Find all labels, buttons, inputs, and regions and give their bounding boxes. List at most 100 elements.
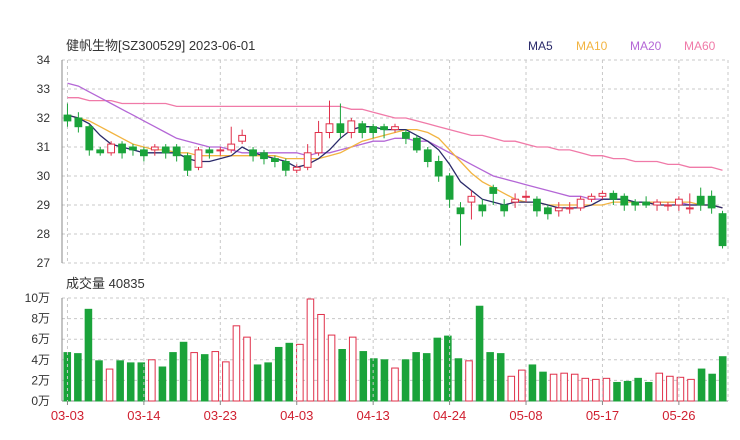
volume-bar (370, 358, 378, 402)
volume-bar (264, 362, 272, 402)
candle (565, 202, 574, 214)
candle-body (347, 120, 356, 134)
chart-title: 健帆生物[SZ300529] 2023-06-01 (66, 38, 255, 53)
candle (260, 149, 268, 165)
volume-bar (359, 351, 368, 402)
candle-body (500, 204, 509, 212)
price-tick-label: 30 (37, 169, 51, 183)
candle-body (314, 132, 323, 154)
x-axis: 03-03 03-14 03-23 04-03 04-13 04-24 05-08 05-17… (51, 298, 695, 423)
legend-ma5: MA5 (528, 39, 553, 53)
candles (63, 100, 727, 249)
candle-body (391, 126, 399, 131)
volume-axis: 0万 2万 4万 6万 8万 10万 (25, 291, 50, 408)
candle (445, 173, 454, 208)
volume-bar (697, 368, 706, 402)
candle-body (522, 195, 530, 198)
candle (118, 141, 126, 159)
volume-bar (433, 337, 442, 402)
candle-body (543, 207, 552, 215)
volume-bar (74, 353, 82, 402)
candle-body (325, 123, 334, 134)
volume-bar (687, 378, 695, 402)
candle (402, 129, 410, 145)
volume-bar (465, 360, 473, 402)
candle-body (511, 198, 519, 203)
candle-body (642, 201, 650, 206)
candle (336, 103, 345, 139)
candle (685, 193, 694, 214)
volume-bar (169, 352, 177, 402)
volume-bar (306, 298, 315, 402)
candle (183, 152, 192, 176)
candle (533, 196, 541, 217)
price-tick-label: 33 (37, 82, 51, 96)
candle (511, 193, 519, 208)
candle (205, 147, 214, 159)
candle-body (587, 195, 596, 200)
candle (63, 103, 72, 127)
price-grid (61, 59, 729, 264)
candle-body (336, 123, 345, 134)
legend-ma20: MA20 (630, 39, 662, 53)
volume-title: 成交量 40835 (66, 276, 145, 291)
volume-bar (539, 371, 547, 402)
volume-bar (623, 380, 632, 402)
candle (161, 144, 170, 159)
candle (718, 210, 727, 249)
volume-bar (158, 366, 167, 402)
candle (369, 123, 378, 139)
x-tick-label: 03-23 (204, 408, 237, 423)
candle (314, 120, 323, 156)
candle-body (118, 143, 126, 154)
candle (74, 112, 83, 133)
candle-body (696, 195, 705, 206)
candle-body (456, 207, 465, 215)
candle-body (718, 213, 727, 247)
candle (150, 144, 159, 156)
candle (238, 129, 247, 145)
candle-body (554, 207, 563, 212)
candle-body (358, 123, 367, 134)
price-axis: 27 28 29 30 31 32 33 34 (37, 53, 51, 270)
candle (478, 199, 487, 217)
candle-body (653, 201, 661, 206)
candle-body (74, 117, 83, 128)
volume-bar (518, 369, 526, 402)
candle-body (150, 146, 159, 151)
candle-body (478, 204, 487, 212)
x-tick-label: 04-13 (357, 408, 390, 423)
candle (456, 202, 465, 246)
candle (500, 199, 509, 217)
volume-bar (116, 360, 124, 402)
candle-body (227, 143, 236, 151)
candle-body (194, 149, 203, 168)
volume-bar (486, 352, 494, 402)
candle-body (707, 195, 716, 209)
x-tick-label: 05-26 (662, 408, 695, 423)
candle-body (216, 149, 225, 152)
candle-body (205, 149, 214, 154)
candle (653, 199, 661, 211)
volume-bar (401, 359, 410, 402)
candle-body (445, 175, 454, 200)
candle-body (631, 201, 640, 206)
chart-canvas: 健帆生物[SZ300529] 2023-06-01 MA5 MA10 MA20 … (25, 38, 729, 423)
volume-bar (549, 373, 558, 402)
candle-body (303, 152, 312, 168)
candle (576, 196, 585, 211)
candle (347, 118, 356, 139)
price-tick-label: 31 (37, 140, 51, 154)
candle-body (565, 207, 574, 210)
volume-bar (338, 349, 346, 402)
price-tick-label: 32 (37, 111, 51, 125)
volume-bar (422, 353, 431, 402)
volume-bar (602, 377, 611, 402)
candle (129, 144, 137, 156)
candle-body (423, 149, 432, 162)
volume-tick-label: 10万 (25, 291, 50, 305)
candle (423, 147, 432, 168)
candle-body (609, 192, 618, 200)
candle (620, 193, 629, 211)
volume-bar (211, 351, 220, 402)
